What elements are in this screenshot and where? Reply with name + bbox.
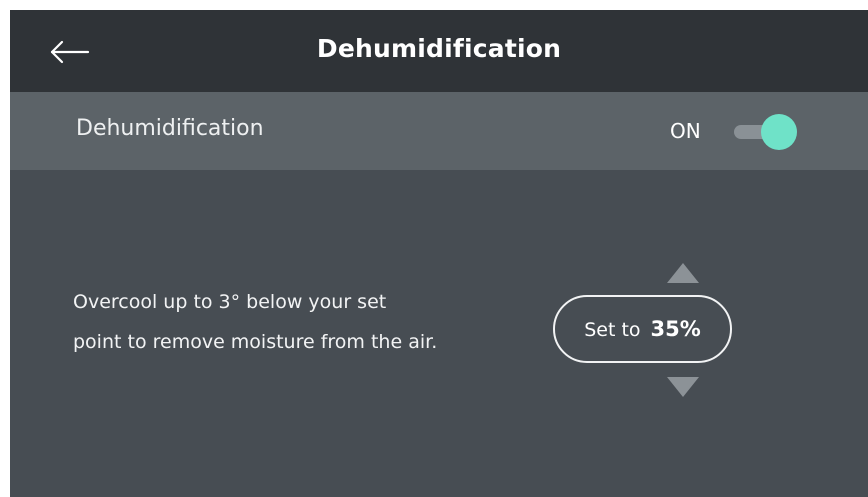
dehumidification-row: Dehumidification ON	[10, 92, 868, 170]
setpoint-button[interactable]: Set to 35%	[553, 295, 732, 363]
triangle-up-icon	[667, 263, 699, 283]
dehumidification-toggle[interactable]	[732, 114, 798, 150]
setting-label: Dehumidification	[76, 116, 264, 141]
setpoint-value: 35%	[650, 317, 701, 341]
toggle-knob	[761, 114, 797, 150]
description-line-1: Overcool up to 3° below your set	[73, 291, 387, 313]
header-bar: Dehumidification	[10, 10, 868, 92]
triangle-down-icon	[667, 377, 699, 397]
increase-button[interactable]	[666, 262, 700, 284]
device-screen: Dehumidification Dehumidification ON Ove…	[10, 10, 868, 497]
setpoint-prefix: Set to	[584, 319, 641, 341]
description-line-2: point to remove moisture from the air.	[73, 331, 438, 353]
description-text: Overcool up to 3° below your set point t…	[73, 282, 553, 362]
page-title: Dehumidification	[316, 34, 562, 63]
decrease-button[interactable]	[666, 376, 700, 398]
toggle-status-text: ON	[670, 119, 701, 143]
